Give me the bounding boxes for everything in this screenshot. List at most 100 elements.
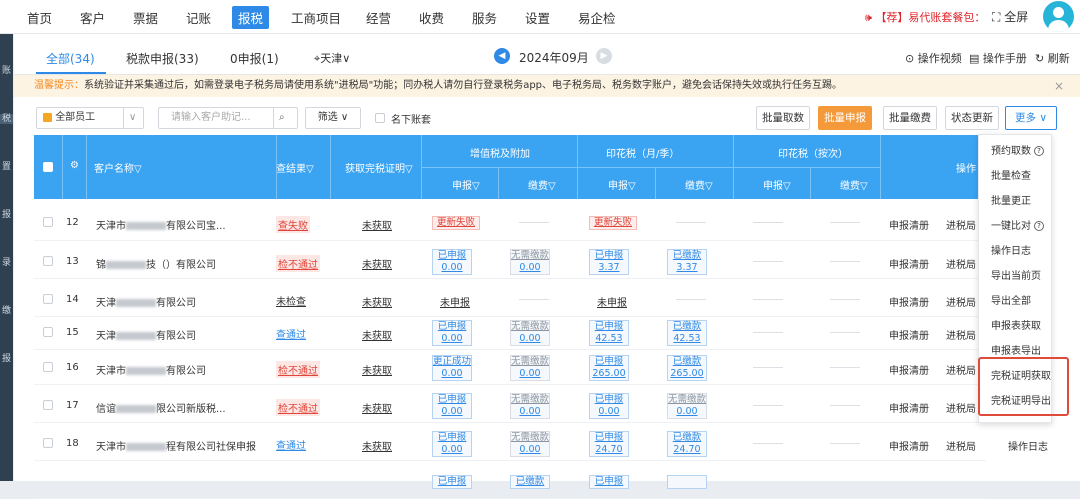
period-label[interactable]: 2024年09月 — [519, 49, 589, 66]
tax-certificate-status[interactable]: 未获取 — [362, 438, 392, 453]
declaration-list-link[interactable]: 申报清册 — [889, 294, 929, 309]
nav-bookkeeping[interactable]: 记账 — [186, 8, 211, 27]
next-period-button[interactable]: ▶ — [596, 48, 612, 64]
prev-period-button[interactable]: ◀ — [494, 48, 510, 64]
status-badge-stamp_decl[interactable]: 已申报 265.00 — [589, 355, 629, 381]
promo-link[interactable]: 🕪 【荐】易代账套餐包： — [865, 9, 985, 25]
status-badge-vat_decl[interactable]: 更新失败 — [432, 216, 480, 230]
menu-item[interactable]: 批量检查 — [991, 167, 1031, 182]
batch-pay-button[interactable]: 批量缴费 — [883, 106, 937, 130]
enter-tax-bureau-link[interactable]: 进税局 — [946, 438, 976, 453]
enter-tax-bureau-link[interactable]: 进税局 — [946, 362, 976, 377]
status-badge-stamp_decl[interactable]: 已申报 42.53 — [589, 320, 629, 346]
sidebar-item-5[interactable]: 录 — [0, 258, 13, 268]
tax-certificate-status[interactable]: 未获取 — [362, 217, 392, 232]
sidebar-item-4[interactable]: 报 — [0, 210, 13, 220]
filter-button[interactable]: 筛选 ∨ — [305, 107, 361, 129]
sidebar-item-6[interactable]: 缴 — [0, 306, 13, 316]
nav-yiqijian[interactable]: 易企检 — [578, 8, 616, 27]
tab-zero-declaration[interactable]: 0申报(1) — [230, 50, 279, 67]
nav-invoices[interactable]: 票据 — [133, 8, 158, 27]
fullscreen-button[interactable]: ⛶ 全屏 — [992, 8, 1028, 25]
enter-tax-bureau-link[interactable]: 进税局 — [946, 256, 976, 271]
menu-item[interactable]: 操作日志 — [991, 242, 1031, 257]
check-result[interactable]: 检不通过 — [276, 399, 320, 416]
row-checkbox[interactable] — [43, 217, 53, 227]
sidebar-item-7[interactable]: 报 — [0, 354, 13, 364]
menu-item[interactable]: 预约取数? — [991, 142, 1044, 157]
sidebar-item-3[interactable]: 置 — [0, 162, 13, 172]
nav-home[interactable]: 首页 — [27, 8, 52, 27]
declaration-list-link[interactable]: 申报清册 — [889, 400, 929, 415]
tab-all[interactable]: 全部(34) — [46, 50, 95, 67]
enter-tax-bureau-link[interactable]: 进税局 — [946, 217, 976, 232]
declaration-list-link[interactable]: 申报清册 — [889, 438, 929, 453]
check-result[interactable]: 查失败 — [276, 216, 310, 233]
header-vat-declare[interactable]: 申报▽ — [452, 177, 480, 192]
operation-manual-link[interactable]: ▤ 操作手册 — [969, 50, 1027, 66]
customer-name[interactable]: 天津 有限公司 — [96, 294, 196, 309]
check-result[interactable]: 检不通过 — [276, 361, 320, 378]
status-badge-stamp_pay[interactable]: 已缴款 42.53 — [667, 320, 707, 346]
status-badge-stamp_decl[interactable]: 更新失败 — [589, 216, 637, 230]
tax-certificate-status[interactable]: 未获取 — [362, 256, 392, 271]
nav-billing[interactable]: 收费 — [419, 8, 444, 27]
header-stamp-declare[interactable]: 申报▽ — [608, 177, 636, 192]
customer-name[interactable]: 天津市 有限公司宝... — [96, 217, 226, 232]
nav-tax-filing[interactable]: 报税 — [232, 6, 270, 29]
customer-name[interactable]: 天津市 程有限公司社保申报 — [96, 438, 256, 453]
tab-tax-declaration[interactable]: 税款申报(33) — [126, 50, 199, 67]
status-badge-vat_pay[interactable]: 已缴款 — [510, 475, 550, 489]
status-badge-stamp_decl[interactable]: 已申报 — [589, 475, 629, 489]
operation-video-link[interactable]: ⊙ 操作视频 — [905, 50, 962, 66]
tax-certificate-status[interactable]: 未获取 — [362, 362, 392, 377]
batch-fetch-button[interactable]: 批量取数 — [756, 106, 810, 130]
tax-certificate-status[interactable]: 未获取 — [362, 327, 392, 342]
row-checkbox[interactable] — [43, 400, 53, 410]
header-vat-pay[interactable]: 缴费▽ — [528, 177, 556, 192]
enter-tax-bureau-link[interactable]: 进税局 — [946, 327, 976, 342]
status-badge-stamp_pay[interactable] — [667, 475, 707, 489]
status-vat_decl[interactable]: 未申报 — [440, 294, 470, 309]
enter-tax-bureau-link[interactable]: 进税局 — [946, 400, 976, 415]
status-badge-stamp_pay[interactable]: 已缴款 3.37 — [667, 249, 707, 275]
header-tax-certificate[interactable]: 获取完税证明▽ — [345, 160, 413, 175]
check-result[interactable]: 未检查 — [276, 293, 306, 308]
header-stamp-pay[interactable]: 缴费▽ — [685, 177, 713, 192]
row-checkbox[interactable] — [43, 256, 53, 266]
check-result[interactable]: 查通过 — [276, 326, 306, 341]
status-badge-stamp_decl[interactable]: 已申报 3.37 — [589, 249, 629, 275]
declaration-list-link[interactable]: 申报清册 — [889, 362, 929, 377]
check-result[interactable]: 检不通过 — [276, 255, 320, 272]
status-badge-stamp_pay[interactable]: 已缴款 24.70 — [667, 431, 707, 457]
refresh-link[interactable]: ↻ 刷新 — [1035, 50, 1070, 66]
row-checkbox[interactable] — [43, 362, 53, 372]
status-badge-vat_decl[interactable]: 更正成功 0.00 — [432, 355, 472, 381]
status-badge-stamp_decl[interactable]: 已申报 24.70 — [589, 431, 629, 457]
header-stamp-each-pay[interactable]: 缴费▽ — [840, 177, 868, 192]
status-badge-stamp_pay[interactable]: 无需缴款 0.00 — [667, 393, 707, 419]
menu-item[interactable]: 申报表获取 — [991, 317, 1041, 332]
customer-name[interactable]: 信谊 限公司新版税... — [96, 400, 226, 415]
status-stamp_decl[interactable]: 未申报 — [597, 294, 627, 309]
nav-settings[interactable]: 设置 — [525, 8, 550, 27]
status-badge-stamp_decl[interactable]: 已申报 0.00 — [589, 393, 629, 419]
more-button[interactable]: 更多 ∨ — [1005, 106, 1057, 130]
menu-item[interactable]: 导出当前页 — [991, 267, 1041, 282]
check-result[interactable]: 查通过 — [276, 437, 306, 452]
row-checkbox[interactable] — [43, 438, 53, 448]
nav-operations[interactable]: 经营 — [366, 8, 391, 27]
nav-business-projects[interactable]: 工商项目 — [291, 8, 341, 27]
status-update-button[interactable]: 状态更新 — [945, 106, 999, 130]
customer-name[interactable]: 天津市 有限公司 — [96, 362, 206, 377]
menu-item[interactable]: 申报表导出 — [991, 342, 1041, 357]
status-badge-vat_pay[interactable]: 无需缴款 0.00 — [510, 249, 550, 275]
status-badge-vat_decl[interactable]: 已申报 0.00 — [432, 393, 472, 419]
header-check-result[interactable]: 查结果▽ — [276, 160, 314, 175]
nav-services[interactable]: 服务 — [472, 8, 497, 27]
enter-tax-bureau-link[interactable]: 进税局 — [946, 294, 976, 309]
batch-declare-button[interactable]: 批量申报 — [818, 106, 872, 130]
staff-select[interactable]: 全部员工 ∨ — [36, 107, 144, 129]
menu-item[interactable]: 批量更正 — [991, 192, 1031, 207]
status-badge-vat_pay[interactable]: 无需缴款 0.00 — [510, 355, 550, 381]
